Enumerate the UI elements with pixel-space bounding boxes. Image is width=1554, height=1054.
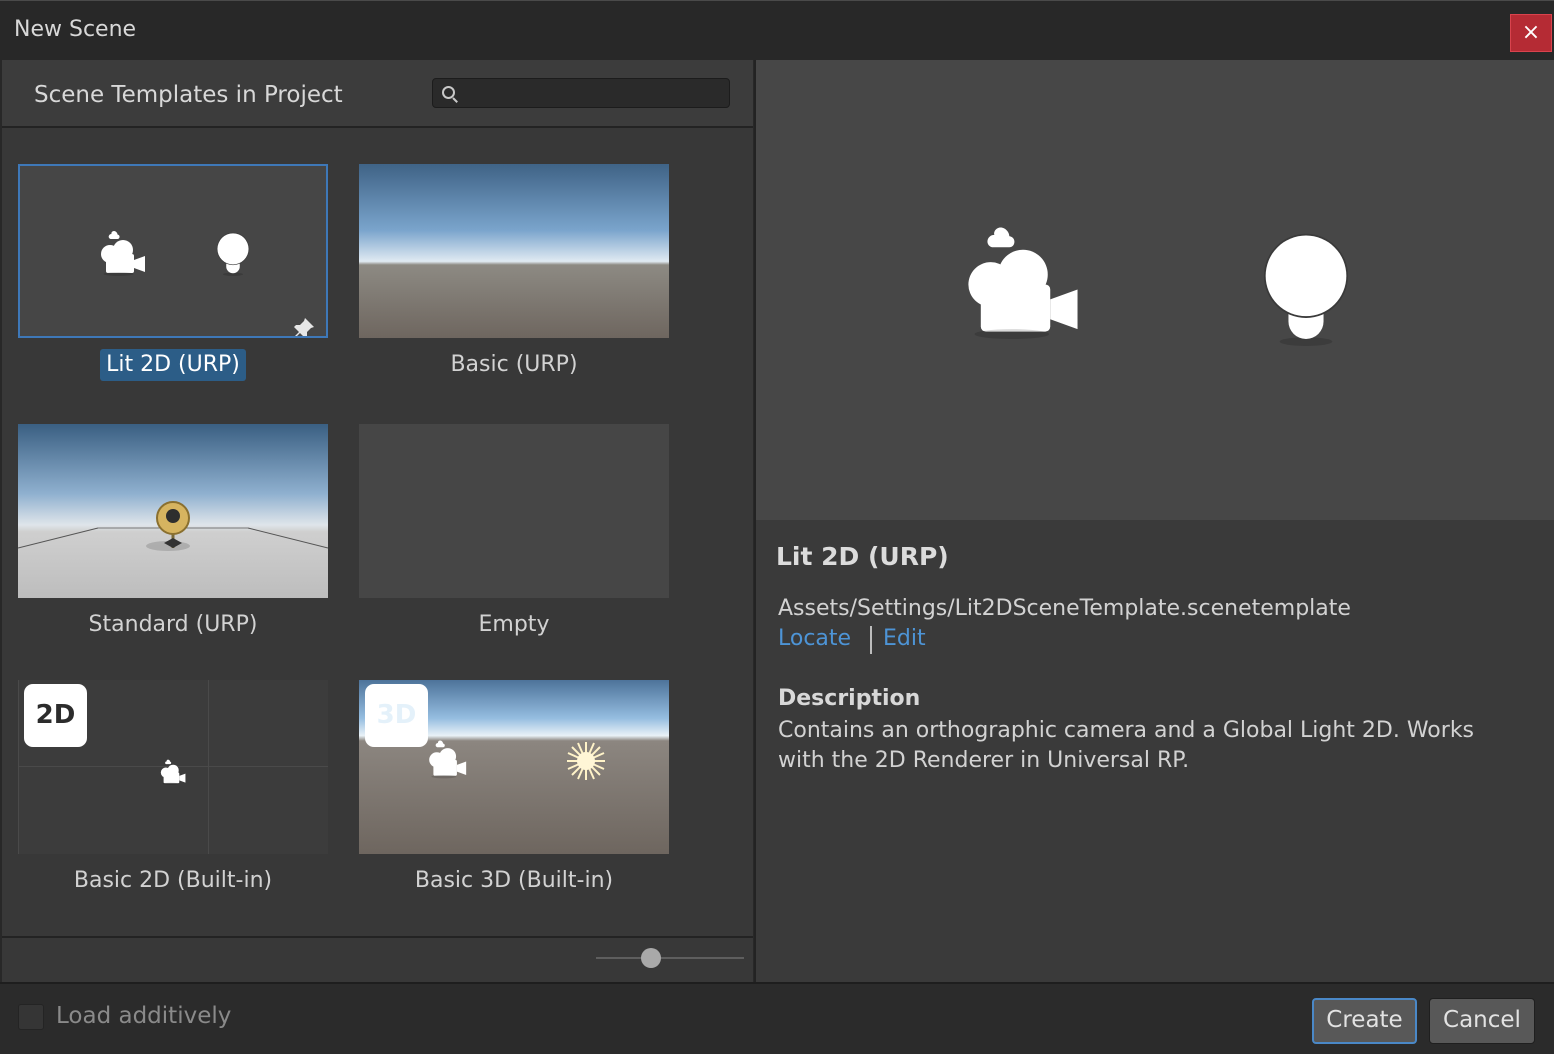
window-title: New Scene: [14, 17, 137, 42]
template-thumbnail[interactable]: [359, 424, 669, 598]
title-bar: New Scene ×: [0, 0, 1554, 60]
load-additively-label: Load additively: [56, 1003, 232, 1029]
thumbnail-size-slider-handle[interactable]: [640, 948, 661, 968]
footer: Load additively Create Cancel: [0, 982, 1554, 1054]
edit-link[interactable]: Edit: [883, 626, 926, 651]
close-button[interactable]: ×: [1510, 14, 1552, 52]
description-text: Contains an orthographic camera and a Gl…: [778, 718, 1475, 773]
create-button[interactable]: Create: [1312, 998, 1417, 1044]
search-field[interactable]: [432, 78, 730, 108]
badge-3d: 3D: [365, 684, 428, 747]
search-icon: [442, 86, 455, 99]
light-bulb-icon: [1262, 232, 1350, 346]
template-label: Lit 2D (URP): [18, 349, 328, 381]
templates-panel-title: Scene Templates in Project: [34, 82, 343, 108]
description-heading: Description: [778, 686, 921, 711]
template-card-lit-2d[interactable]: Lit 2D (URP): [18, 164, 328, 394]
details-panel: Lit 2D (URP) Assets/Settings/Lit2DSceneT…: [754, 60, 1554, 982]
divider: [2, 936, 753, 938]
template-card-basic-urp[interactable]: Basic (URP): [359, 164, 669, 394]
camera-icon: [158, 758, 186, 786]
light-bulb-icon: [216, 232, 250, 276]
templates-header: Scene Templates in Project: [2, 60, 753, 128]
template-label: Basic 3D (Built-in): [414, 868, 614, 893]
template-card-standard-urp[interactable]: Standard (URP): [18, 424, 328, 654]
template-thumbnail[interactable]: [359, 164, 669, 338]
template-path: Assets/Settings/Lit2DSceneTemplate.scene…: [778, 596, 1351, 621]
template-thumbnail[interactable]: [18, 424, 328, 598]
details-title: Lit 2D (URP): [776, 542, 949, 571]
template-card-basic-2d[interactable]: 2D Basic 2D (Built-in): [18, 680, 328, 910]
close-icon: ×: [1521, 20, 1541, 45]
link-separator: [870, 626, 872, 654]
template-thumbnail[interactable]: [18, 164, 328, 338]
camera-icon: [956, 220, 1080, 344]
template-label: Basic 2D (Built-in): [73, 868, 273, 893]
templates-panel: Scene Templates in Project Lit 2D (URP) …: [2, 60, 753, 982]
thumbnail-size-slider-track[interactable]: [596, 957, 744, 959]
search-input[interactable]: [461, 81, 725, 107]
camera-icon: [425, 738, 467, 780]
template-label: Empty: [478, 612, 550, 637]
template-preview: [756, 60, 1554, 520]
sun-icon: [567, 742, 605, 780]
camera-icon: [96, 228, 146, 278]
template-label: Standard (URP): [88, 612, 258, 637]
locate-link[interactable]: Locate: [778, 626, 851, 651]
template-thumbnail[interactable]: 3D: [359, 680, 669, 854]
template-thumbnail[interactable]: 2D: [18, 680, 328, 854]
cancel-button[interactable]: Cancel: [1429, 998, 1535, 1044]
badge-2d: 2D: [24, 684, 87, 747]
load-additively-checkbox[interactable]: [18, 1004, 44, 1030]
template-label: Basic (URP): [450, 352, 578, 377]
gizmo-icon: [18, 501, 328, 551]
template-card-basic-3d[interactable]: 3D Basic 3D (Built-in): [359, 680, 669, 910]
template-card-empty[interactable]: Empty: [359, 424, 669, 654]
pin-icon[interactable]: [290, 316, 316, 338]
